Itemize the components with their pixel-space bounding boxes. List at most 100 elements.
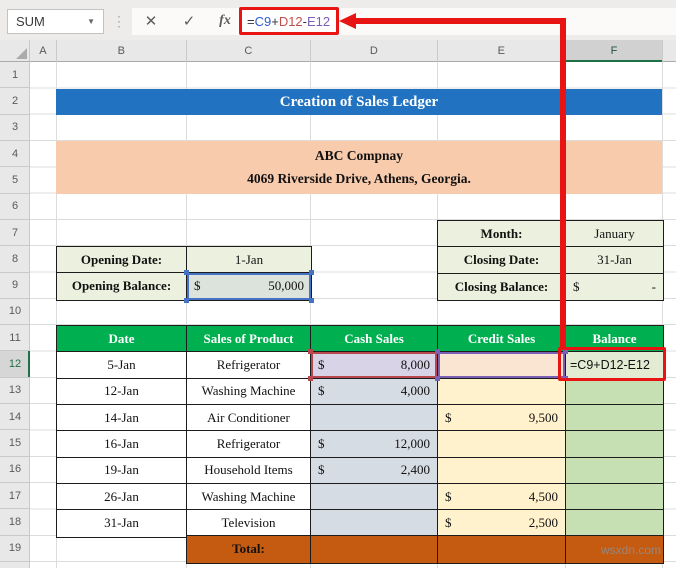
row-header-19[interactable]: 19 (0, 536, 30, 562)
formula-input[interactable]: = C9 + D12- E12 (239, 7, 339, 35)
company-banner: ABC Compnay 4069 Riverside Drive, Athens… (56, 141, 662, 194)
ledger-header-cash[interactable]: Cash Sales (311, 326, 438, 353)
row-header-1[interactable]: 1 (0, 62, 30, 89)
total-cash-cell[interactable] (311, 536, 438, 563)
cash-value: 4,000 (400, 383, 430, 399)
insert-function-icon[interactable]: fx (212, 10, 238, 32)
column-header-c[interactable]: C (187, 40, 311, 62)
row-header-2[interactable]: 2 (0, 88, 30, 115)
watermark: wsxdn.com (601, 543, 662, 557)
opening-date-label[interactable]: Opening Date: (57, 247, 187, 274)
opening-info-table: Opening Date: 1-Jan Opening Balance: $ 5… (56, 246, 314, 303)
ledger-cell-date[interactable]: 19-Jan (57, 457, 187, 484)
ledger-cell-product[interactable]: Air Conditioner (187, 404, 311, 432)
ledger-cell-credit-e12[interactable] (435, 349, 568, 381)
ledger-cell-balance[interactable] (566, 404, 663, 432)
ledger-cell-product[interactable]: Household Items (187, 457, 311, 484)
ledger-cell-date[interactable]: 14-Jan (57, 404, 187, 432)
enter-icon[interactable]: ✓ (176, 10, 202, 32)
row-header-15[interactable]: 15 (0, 430, 30, 457)
cancel-icon[interactable]: ✕ (138, 10, 164, 32)
ledger-cell-product[interactable]: Television (187, 510, 311, 537)
column-header-a[interactable]: A (30, 40, 57, 62)
ledger-header-product[interactable]: Sales of Product (187, 326, 311, 353)
row-header-10[interactable]: 10 (0, 299, 30, 326)
name-box-dropdown-icon[interactable]: ▼ (87, 17, 95, 26)
ledger-cell-cash[interactable]: $2,400 (311, 457, 438, 484)
ledger-cell-date[interactable]: 26-Jan (57, 483, 187, 511)
selection-handle (184, 270, 189, 276)
total-label-cell[interactable]: Total: (187, 536, 311, 563)
ledger-cell-cash-d12[interactable]: $ 8,000 (308, 349, 440, 381)
row-header-3[interactable]: 3 (0, 115, 30, 141)
cash-value: 12,000 (394, 435, 430, 451)
opening-date-value[interactable]: 1-Jan (187, 247, 311, 274)
ledger-header-credit[interactable]: Credit Sales (438, 326, 566, 353)
month-label[interactable]: Month: (438, 221, 566, 248)
ledger-cell-balance[interactable] (566, 378, 663, 405)
ledger-cell-credit[interactable]: $4,500 (438, 483, 566, 511)
ledger-header-date[interactable]: Date (57, 326, 187, 353)
closing-date-value[interactable]: 31-Jan (566, 247, 663, 274)
credit-value: 9,500 (528, 409, 558, 425)
row-header-16[interactable]: 16 (0, 457, 30, 483)
row-header-9[interactable]: 9 (0, 273, 30, 299)
column-header-f-selected[interactable]: F (565, 40, 664, 62)
row-header-7[interactable]: 7 (0, 220, 30, 247)
column-header-e[interactable]: E (438, 40, 566, 62)
row-header-5[interactable]: 5 (0, 167, 30, 194)
row-header-12-selected[interactable]: 12 (0, 351, 30, 378)
column-header-d[interactable]: D (311, 40, 438, 62)
ledger-cell-cash[interactable]: $12,000 (311, 431, 438, 458)
ledger-cell-date[interactable]: 16-Jan (57, 431, 187, 458)
column-header-b[interactable]: B (57, 40, 187, 62)
opening-balance-cell-c9[interactable]: $ 50,000 (184, 270, 314, 303)
name-box-value: SUM (16, 14, 45, 29)
name-box[interactable]: SUM ▼ (7, 9, 104, 34)
ledger-cell-product[interactable]: Refrigerator (187, 431, 311, 458)
ledger-cell-balance[interactable] (566, 483, 663, 511)
row-header-4[interactable]: 4 (0, 141, 30, 168)
row-header-11[interactable]: 11 (0, 325, 30, 352)
closing-date-label[interactable]: Closing Date: (438, 247, 566, 274)
ledger-cell-cash[interactable]: $4,000 (311, 378, 438, 405)
row-header-8[interactable]: 8 (0, 246, 30, 273)
ledger-cell-date[interactable]: 31-Jan (57, 510, 187, 537)
annotation-arrow-line (354, 18, 566, 24)
row-headers: 1 2 3 4 5 6 7 8 9 10 11 12 13 14 15 16 1… (0, 62, 30, 568)
row-header-6[interactable]: 6 (0, 194, 30, 220)
credit-value: 2,500 (528, 515, 558, 531)
closing-balance-value-cell[interactable]: $ - (566, 273, 663, 300)
opening-balance-label[interactable]: Opening Balance: (57, 273, 187, 300)
row-header-17[interactable]: 17 (0, 483, 30, 510)
currency-symbol: $ (194, 278, 201, 294)
currency-symbol: $ (318, 435, 325, 451)
ledger-cell-cash[interactable] (311, 483, 438, 511)
month-value[interactable]: January (566, 221, 663, 248)
select-all-corner[interactable] (0, 40, 30, 62)
ledger-cell-credit[interactable]: $2,500 (438, 510, 566, 537)
row-header-14[interactable]: 14 (0, 404, 30, 431)
total-credit-cell[interactable] (438, 536, 566, 563)
closing-balance-label[interactable]: Closing Balance: (438, 273, 566, 300)
row-header-13[interactable]: 13 (0, 378, 30, 405)
currency-symbol: $ (318, 356, 325, 372)
row-header-18[interactable]: 18 (0, 509, 30, 536)
ledger-cell-product[interactable]: Washing Machine (187, 378, 311, 405)
ledger-cell-balance[interactable] (566, 457, 663, 484)
ledger-cell-balance[interactable] (566, 510, 663, 537)
ledger-cell-balance[interactable] (566, 431, 663, 458)
ledger-cell-credit[interactable] (438, 431, 566, 458)
ledger-cell-credit[interactable] (438, 457, 566, 484)
column-header-partial (663, 40, 676, 62)
ledger-cell-date[interactable]: 12-Jan (57, 378, 187, 405)
ledger-cell-product[interactable]: Washing Machine (187, 483, 311, 511)
ledger-cell-credit[interactable] (438, 378, 566, 405)
ledger-cell-date[interactable]: 5-Jan (57, 352, 187, 379)
currency-symbol: $ (445, 488, 452, 504)
ledger-cell-product[interactable]: Refrigerator (187, 352, 311, 379)
ledger-cell-cash[interactable] (311, 510, 438, 537)
formula-bar-divider: ⋮ (112, 12, 126, 29)
ledger-cell-cash[interactable] (311, 404, 438, 432)
ledger-cell-credit[interactable]: $9,500 (438, 404, 566, 432)
